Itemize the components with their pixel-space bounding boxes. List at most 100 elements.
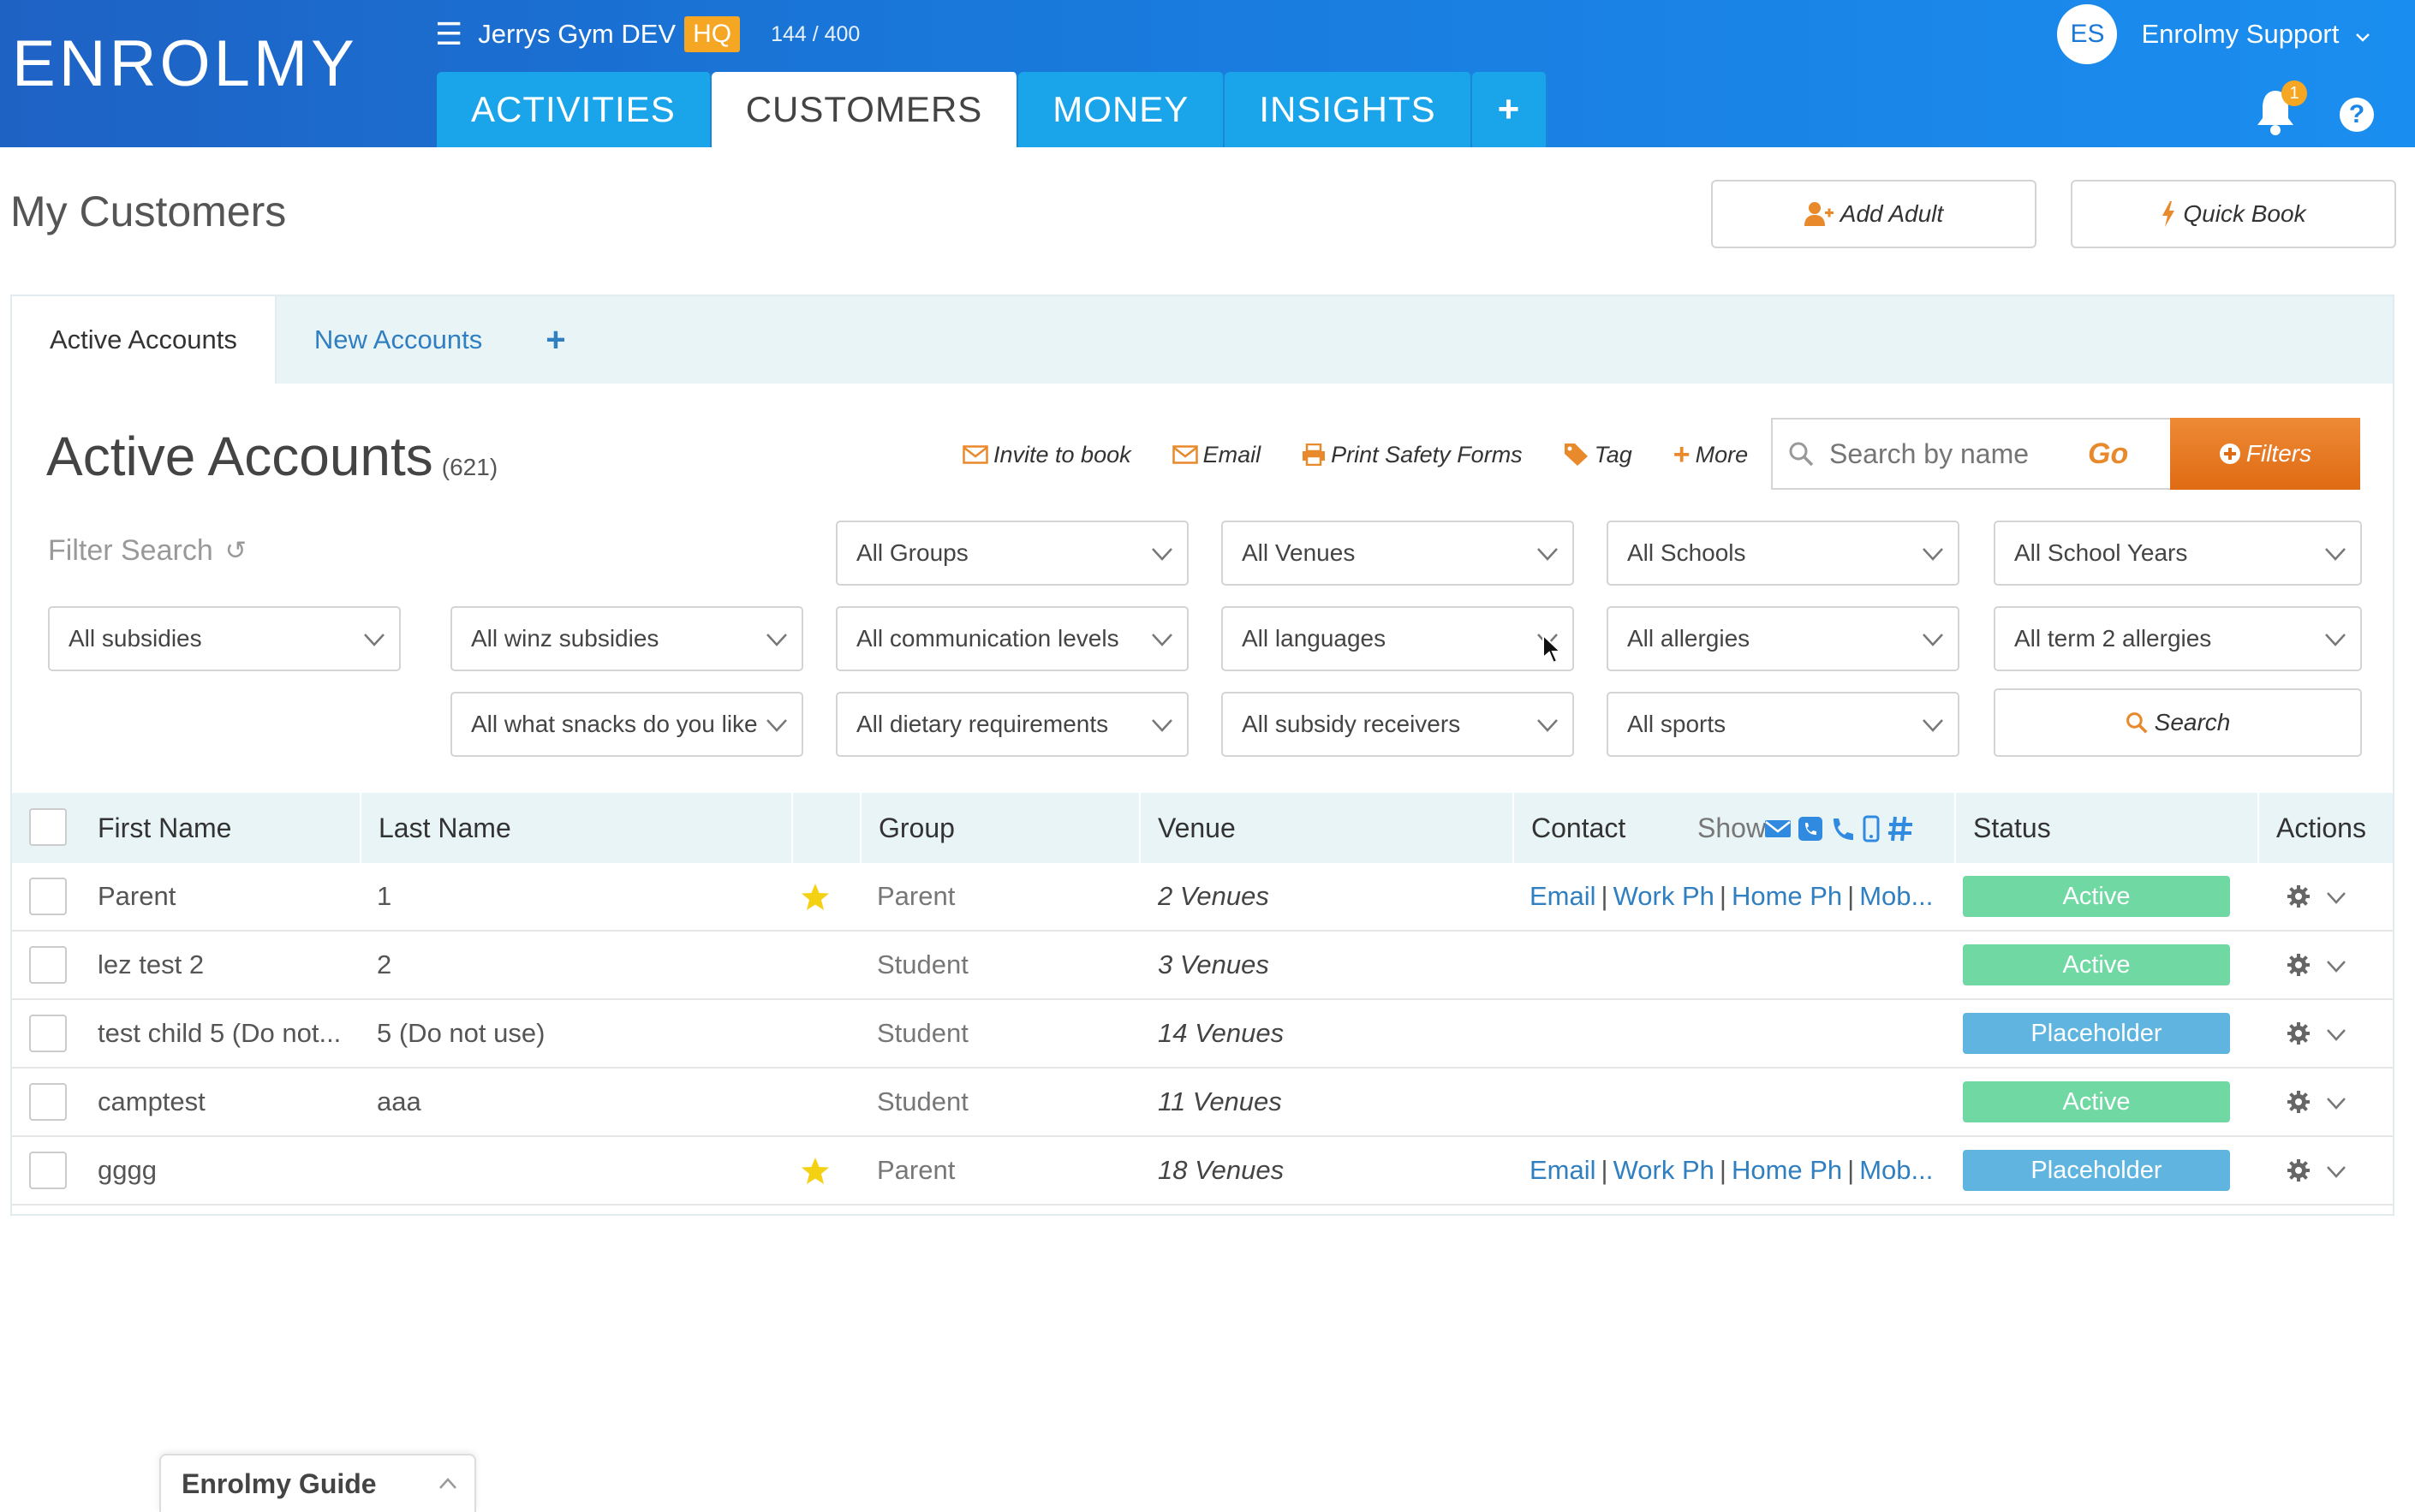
contact-home-phone-link[interactable]: Home Ph	[1732, 881, 1842, 912]
add-adult-button[interactable]: Add Adult	[1711, 180, 2036, 248]
contact-email-link[interactable]: Email	[1530, 1155, 1596, 1186]
cell-first-name[interactable]: Parent	[98, 863, 355, 930]
row-checkbox[interactable]	[29, 1015, 67, 1052]
reset-icon[interactable]: ↺	[225, 536, 247, 566]
enrolmy-logo[interactable]: ENROLMY	[12, 33, 363, 94]
venues-filter[interactable]: All Venues	[1221, 521, 1574, 586]
user-menu[interactable]: ES Enrolmy Support	[2057, 0, 2415, 68]
accounts-panel: Active Accounts New Accounts + Active Ac…	[10, 295, 2394, 1512]
invite-to-book-action[interactable]: Invite to book	[963, 442, 1131, 468]
nav-tab-insights[interactable]: INSIGHTS	[1225, 72, 1472, 147]
cell-venue[interactable]: 14 Venues	[1158, 1000, 1500, 1067]
table-row[interactable]: Parent 1 Parent 2 Venues Email | Work Ph | Home …	[12, 863, 2393, 932]
quick-book-button[interactable]: Quick Book	[2071, 180, 2396, 248]
gear-icon[interactable]	[2287, 884, 2311, 908]
svg-text:ENROLMY: ENROLMY	[12, 33, 358, 94]
chevron-down-icon[interactable]	[2324, 1091, 2348, 1115]
communication-levels-filter[interactable]: All communication levels	[836, 606, 1189, 671]
snacks-filter[interactable]: All what snacks do you like?	[450, 692, 803, 757]
enrolmy-guide-widget[interactable]: Enrolmy Guide	[159, 1454, 476, 1512]
help-icon[interactable]: ?	[2340, 98, 2374, 132]
contact-work-phone-link[interactable]: Work Ph	[1613, 1155, 1714, 1186]
languages-filter[interactable]: All languages	[1221, 606, 1574, 671]
contact-email-link[interactable]: Email	[1530, 881, 1596, 912]
school-years-filter[interactable]: All School Years	[1994, 521, 2362, 586]
search-input[interactable]	[1828, 437, 2088, 471]
print-safety-forms-action[interactable]: Print Safety Forms	[1302, 442, 1523, 468]
term-2-allergies-filter[interactable]: All term 2 allergies	[1994, 606, 2362, 671]
gear-icon[interactable]	[2287, 1158, 2311, 1182]
phone-toggle-icon[interactable]	[1829, 808, 1857, 848]
cell-last-name: 2	[377, 949, 392, 979]
header-first-name[interactable]: First Name	[80, 793, 360, 863]
cell-venue[interactable]: 3 Venues	[1158, 932, 1500, 998]
mobile-toggle-icon[interactable]	[1862, 808, 1881, 848]
chevron-down-icon[interactable]	[2324, 954, 2348, 978]
hash-toggle-icon[interactable]	[1886, 808, 1915, 848]
nav-tab-customers[interactable]: CUSTOMERS	[711, 72, 1019, 147]
contact-home-phone-link[interactable]: Home Ph	[1732, 1155, 1842, 1186]
header-venue[interactable]: Venue	[1139, 793, 1512, 863]
row-checkbox[interactable]	[29, 946, 67, 984]
table-row[interactable]: camptest aaa Student 11 Venues Active	[12, 1069, 2393, 1137]
go-button[interactable]: Go	[2088, 438, 2128, 471]
nav-tab-activities[interactable]: ACTIVITIES	[437, 72, 712, 147]
cell-group: Parent	[877, 881, 956, 911]
winz-subsidies-filter[interactable]: All winz subsidies	[450, 606, 803, 671]
cell-first-name[interactable]: gggg	[98, 1137, 355, 1204]
row-checkbox[interactable]	[29, 1152, 67, 1189]
term2-filter-value: All term 2 allergies	[2014, 625, 2212, 652]
row-checkbox[interactable]	[29, 1083, 67, 1121]
star-icon[interactable]	[800, 1156, 831, 1187]
contact-mobile-link[interactable]: Mob...	[1859, 1155, 1933, 1186]
more-action[interactable]: + More	[1673, 438, 1748, 472]
nav-add-tab-plus-icon[interactable]: +	[1471, 72, 1548, 147]
nav-tab-money[interactable]: MONEY	[1018, 72, 1225, 147]
filters-button[interactable]: Filters	[2170, 418, 2360, 490]
select-all-checkbox[interactable]	[29, 808, 67, 846]
tag-action[interactable]: Tag	[1564, 442, 1632, 468]
gear-icon[interactable]	[2287, 1021, 2311, 1045]
table-row[interactable]: lez test 2 2 Student 3 Venues Active	[12, 932, 2393, 1000]
cell-first-name[interactable]: test child 5 (Do not...	[98, 1000, 355, 1067]
separator: |	[1847, 1155, 1855, 1185]
add-tab-plus-icon[interactable]: +	[520, 296, 591, 384]
cell-first-name[interactable]: camptest	[98, 1069, 355, 1135]
row-checkbox[interactable]	[29, 878, 67, 915]
contact-mobile-link[interactable]: Mob...	[1859, 881, 1933, 912]
cell-venue[interactable]: 2 Venues	[1158, 863, 1500, 930]
cell-first-name[interactable]: lez test 2	[98, 932, 355, 998]
gear-icon[interactable]	[2287, 953, 2311, 977]
dietary-requirements-filter[interactable]: All dietary requirements	[836, 692, 1189, 757]
chevron-down-icon[interactable]	[2324, 885, 2348, 909]
search-button[interactable]: Search	[1994, 688, 2362, 757]
tab-active-accounts[interactable]: Active Accounts	[12, 296, 277, 384]
groups-filter[interactable]: All Groups	[836, 521, 1189, 586]
chevron-down-icon[interactable]	[2324, 1022, 2348, 1046]
schools-filter[interactable]: All Schools	[1607, 521, 1959, 586]
org-switcher[interactable]: ☰ Jerrys Gym DEV HQ 144 / 400	[435, 14, 860, 55]
contact-work-phone-link[interactable]: Work Ph	[1613, 881, 1714, 912]
allergies-filter[interactable]: All allergies	[1607, 606, 1959, 671]
sports-filter[interactable]: All sports	[1607, 692, 1959, 757]
table-row[interactable]: test child 5 (Do not... 5 (Do not use) Stu…	[12, 1000, 2393, 1069]
schools-filter-value: All Schools	[1627, 539, 1746, 566]
winz-filter-value: All winz subsidies	[471, 625, 659, 652]
gear-icon[interactable]	[2287, 1090, 2311, 1114]
header-status[interactable]: Status	[1954, 793, 2257, 863]
subsidy-receivers-filter[interactable]: All subsidy receivers	[1221, 692, 1574, 757]
hamburger-menu-icon[interactable]: ☰	[435, 16, 462, 52]
work-phone-toggle-icon[interactable]	[1797, 808, 1824, 848]
email-action[interactable]: Email	[1172, 442, 1261, 468]
separator: |	[1601, 1155, 1608, 1185]
header-last-name[interactable]: Last Name	[360, 793, 791, 863]
subsidies-filter[interactable]: All subsidies	[48, 606, 401, 671]
header-group[interactable]: Group	[860, 793, 1139, 863]
email-toggle-icon[interactable]	[1764, 808, 1792, 848]
tab-new-accounts[interactable]: New Accounts	[277, 296, 520, 384]
star-icon[interactable]	[800, 882, 831, 913]
cell-venue[interactable]: 18 Venues	[1158, 1137, 1500, 1204]
table-row[interactable]: gggg Parent 18 Venues Email | Work Ph | Home Ph…	[12, 1137, 2393, 1205]
chevron-down-icon[interactable]	[2324, 1159, 2348, 1183]
cell-venue[interactable]: 11 Venues	[1158, 1069, 1500, 1135]
